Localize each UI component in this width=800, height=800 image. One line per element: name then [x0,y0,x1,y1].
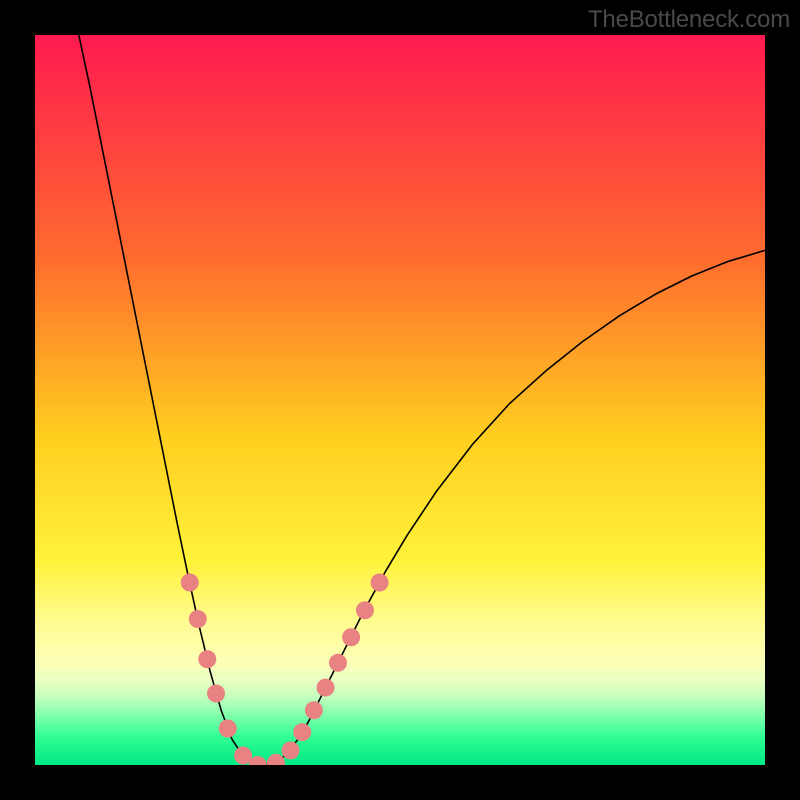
highlight-dot [329,654,347,672]
bottleneck-chart [35,35,765,765]
highlight-dot [189,610,207,628]
highlight-dot [198,650,216,668]
highlight-dot [305,701,323,719]
highlight-dot [356,601,374,619]
highlight-dot [207,684,225,702]
watermark-text: TheBottleneck.com [588,6,790,34]
highlight-dot [293,723,311,741]
highlight-dot [219,720,237,738]
highlight-dot [181,574,199,592]
chart-background [35,35,765,765]
highlight-dot [342,628,360,646]
chart-frame: TheBottleneck.com [0,0,800,800]
highlight-dot [317,679,335,697]
highlight-dot [371,574,389,592]
highlight-dot [282,741,300,759]
